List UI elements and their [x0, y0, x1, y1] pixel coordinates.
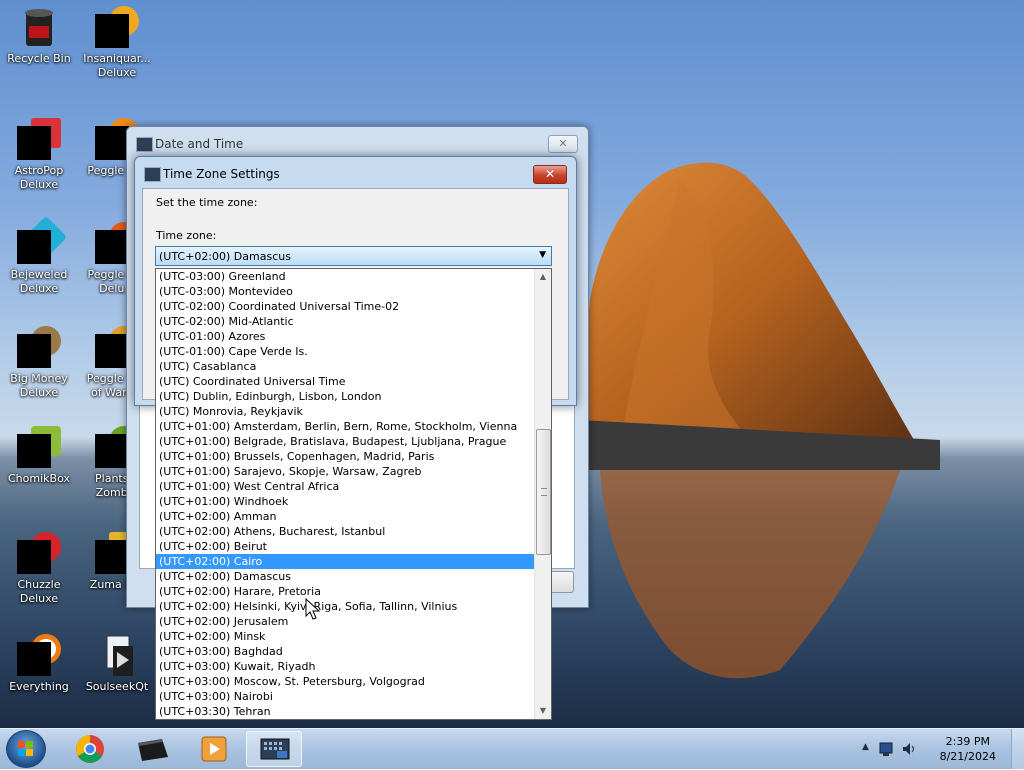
volume-icon[interactable]: [900, 740, 918, 758]
chrome-icon: [76, 735, 104, 763]
date-time-window-icon: [136, 137, 153, 152]
time-zone-selected-value: (UTC+02:00) Damascus: [159, 250, 291, 263]
time-zone-option[interactable]: (UTC+02:00) Damascus: [156, 569, 536, 584]
scroll-up-arrow-icon[interactable]: ▲: [535, 269, 551, 285]
dropdown-scrollbar[interactable]: ▲ ▼: [534, 269, 551, 719]
desktop-icon-everything[interactable]: Everything: [0, 634, 78, 694]
astropop-icon: [17, 118, 61, 162]
clock-time: 2:39 PM: [945, 735, 990, 748]
time-zone-option[interactable]: (UTC+02:00) Athens, Bucharest, Istanbul: [156, 524, 536, 539]
desktop-icon-big-money[interactable]: Big Money Deluxe: [0, 326, 78, 400]
media-player-icon: [201, 736, 227, 762]
time-zone-combobox[interactable]: (UTC+02:00) Damascus ▼: [155, 246, 552, 266]
big-money-icon: [17, 326, 61, 370]
insaniquarium-icon: [95, 6, 139, 50]
time-zone-option[interactable]: (UTC) Dublin, Edinburgh, Lisbon, London: [156, 389, 536, 404]
desktop-icon-label: SoulseekQt: [85, 680, 149, 693]
time-zone-option[interactable]: (UTC+03:30) Tehran: [156, 704, 536, 719]
show-desktop-button[interactable]: [1011, 729, 1024, 769]
time-zone-option[interactable]: (UTC+02:00) Harare, Pretoria: [156, 584, 536, 599]
time-zone-label: Time zone:: [156, 229, 217, 242]
system-tray: ▲ 2:39 PM 8/21/2024: [854, 729, 1024, 769]
time-zone-option[interactable]: (UTC+02:00) Beirut: [156, 539, 536, 554]
file-manager-icon: [138, 739, 168, 761]
desktop-icon-astropop[interactable]: AstroPop Deluxe: [0, 118, 78, 192]
chuzzle-icon: [17, 532, 61, 576]
taskbar-date-time-button[interactable]: [246, 731, 302, 767]
taskbar: ▲ 2:39 PM 8/21/2024: [0, 728, 1024, 769]
mouse-pointer-icon: [305, 598, 321, 620]
time-zone-option[interactable]: (UTC-01:00) Azores: [156, 329, 536, 344]
desktop-icon-label: Insaniquar... Deluxe: [83, 52, 151, 79]
time-zone-option[interactable]: (UTC-03:00) Montevideo: [156, 284, 536, 299]
time-zone-option[interactable]: (UTC+02:00) Amman: [156, 509, 536, 524]
taskbar-media-player-button[interactable]: [186, 731, 242, 767]
desktop-icon-bejeweled[interactable]: Bejeweled Deluxe: [0, 215, 78, 296]
bejeweled-icon: [17, 215, 68, 266]
network-icon[interactable]: [878, 740, 896, 758]
time-zone-option[interactable]: (UTC+02:00) Minsk: [156, 629, 536, 644]
dialog-title: Time Zone Settings: [163, 167, 280, 181]
scrollbar-thumb[interactable]: [536, 429, 551, 555]
desktop-icon-label: Everything: [9, 680, 69, 693]
time-zone-option[interactable]: (UTC+02:00) Helsinki, Kyiv, Riga, Sofia,…: [156, 599, 536, 614]
desktop-icon-chuzzle[interactable]: Chuzzle Deluxe: [0, 532, 78, 606]
desktop-icon-label: ChomikBox: [8, 472, 70, 485]
time-zone-option[interactable]: (UTC+03:00) Kuwait, Riyadh: [156, 659, 536, 674]
time-zone-option[interactable]: (UTC) Monrovia, Reykjavik: [156, 404, 536, 419]
time-zone-option[interactable]: (UTC+01:00) Belgrade, Bratislava, Budape…: [156, 434, 536, 449]
time-zone-dropdown-list[interactable]: (UTC-03:00) Greenland (UTC-03:00) Montevi…: [155, 268, 552, 720]
desktop-icon-label: AstroPop Deluxe: [14, 164, 64, 191]
time-zone-option[interactable]: (UTC+01:00) Brussels, Copenhagen, Madrid…: [156, 449, 536, 464]
time-zone-option[interactable]: (UTC+02:00) Jerusalem: [156, 614, 536, 629]
time-zone-option[interactable]: (UTC+03:00) Nairobi: [156, 689, 536, 704]
desktop-icon-chomikbox[interactable]: ChomikBox: [0, 426, 78, 486]
chomikbox-icon: [17, 426, 61, 470]
desktop-icon-insaniquarium[interactable]: Insaniquar... Deluxe: [78, 6, 156, 80]
time-zone-option[interactable]: (UTC) Coordinated Universal Time: [156, 374, 536, 389]
everything-search-icon: [17, 634, 61, 678]
dialog-close-button[interactable]: ✕: [533, 165, 567, 184]
scrollbar-grip-icon: [541, 488, 547, 496]
dropdown-arrow-icon[interactable]: ▼: [539, 250, 546, 260]
desktop-icon-label: Big Money Deluxe: [10, 372, 68, 399]
date-time-app-icon: [260, 738, 290, 760]
desktop-icon-label: Bejeweled Deluxe: [10, 268, 68, 295]
recycle-bin-icon: [17, 6, 61, 50]
time-zone-option[interactable]: (UTC+01:00) West Central Africa: [156, 479, 536, 494]
show-hidden-icons-icon[interactable]: ▲: [862, 742, 869, 752]
desktop-icon-label: Chuzzle Deluxe: [17, 578, 61, 605]
wallpaper-reflection: [600, 470, 900, 679]
time-zone-option[interactable]: (UTC+02:00) Cairo: [156, 554, 536, 569]
desktop-icon-label: Recycle Bin: [7, 52, 71, 65]
time-zone-options: (UTC-03:00) Greenland (UTC-03:00) Montevi…: [156, 269, 536, 719]
clock-date: 8/21/2024: [939, 750, 996, 763]
taskbar-chrome-button[interactable]: [62, 731, 118, 767]
time-zone-option[interactable]: (UTC-03:00) Greenland: [156, 269, 536, 284]
time-zone-option[interactable]: (UTC+03:00) Baghdad: [156, 644, 536, 659]
desktop-icon-recycle-bin[interactable]: Recycle Bin: [0, 6, 78, 66]
set-time-zone-label: Set the time zone:: [156, 196, 258, 209]
time-zone-option[interactable]: (UTC-02:00) Mid-Atlantic: [156, 314, 536, 329]
time-zone-option[interactable]: (UTC+03:00) Moscow, St. Petersburg, Volg…: [156, 674, 536, 689]
system-clock[interactable]: 2:39 PM 8/21/2024: [940, 734, 996, 764]
time-zone-option[interactable]: (UTC-02:00) Coordinated Universal Time-0…: [156, 299, 536, 314]
time-zone-option[interactable]: (UTC+01:00) Amsterdam, Berlin, Bern, Rom…: [156, 419, 536, 434]
date-time-close-button[interactable]: ✕: [548, 135, 578, 153]
soulseek-icon: [95, 634, 139, 678]
scroll-down-arrow-icon[interactable]: ▼: [535, 703, 551, 719]
wallpaper-rock: [560, 162, 940, 470]
time-zone-option[interactable]: (UTC-01:00) Cape Verde Is.: [156, 344, 536, 359]
taskbar-file-manager-button[interactable]: [124, 731, 180, 767]
start-orb-icon[interactable]: [6, 730, 46, 768]
time-zone-option[interactable]: (UTC+01:00) Windhoek: [156, 494, 536, 509]
desktop-icon-soulseek[interactable]: SoulseekQt: [78, 634, 156, 694]
window-title: Date and Time: [155, 137, 244, 151]
time-zone-option[interactable]: (UTC+01:00) Sarajevo, Skopje, Warsaw, Za…: [156, 464, 536, 479]
time-zone-option[interactable]: (UTC) Casablanca: [156, 359, 536, 374]
time-zone-dialog-icon: [144, 167, 161, 182]
